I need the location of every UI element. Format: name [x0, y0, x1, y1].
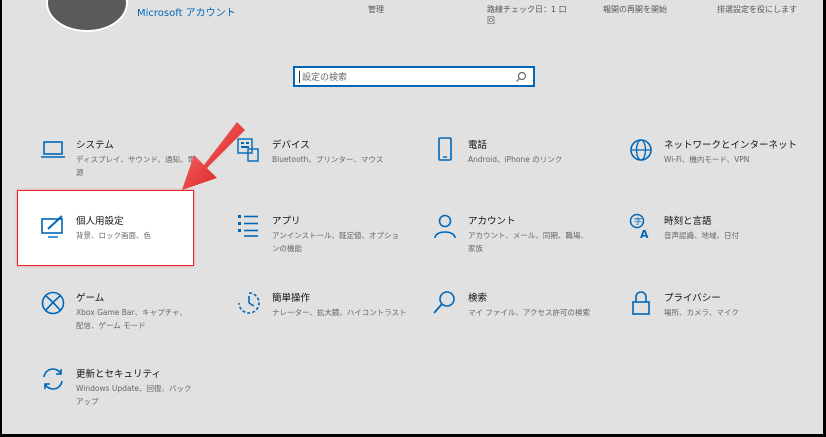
person-icon: [434, 214, 456, 239]
header-item-settings[interactable]: 排選設定を役にします: [717, 4, 797, 15]
header-item-resume[interactable]: 報開の再開を開始: [603, 4, 667, 15]
header-item-manage[interactable]: 管理: [368, 4, 384, 15]
tile-title: アカウント: [468, 216, 516, 227]
tile-desc: Windows Update、回復、バックアップ: [76, 384, 192, 406]
ease-of-access-icon: [238, 292, 260, 314]
lock-icon: [632, 291, 650, 315]
text-cursor: [299, 71, 300, 83]
tile-privacy[interactable]: プライバシー 場所、カメラ、マイク: [628, 290, 818, 350]
apps-list-icon: [238, 215, 258, 237]
search-placeholder: 設定の検索: [302, 73, 348, 83]
tile-desc: Wi-Fi、機内モード、VPN: [664, 155, 750, 164]
tile-time-language[interactable]: 字 A 時刻と言語 音声認識、地域、日付: [628, 213, 818, 273]
search-input[interactable]: 設定の検索: [293, 66, 535, 87]
red-arrow-annotation: [182, 122, 245, 190]
tile-title: 検索: [468, 293, 488, 304]
settings-window: Microsoft アカウント 管理 路線チェック日：1 口 回 報開の再開を開…: [2, 0, 824, 435]
tile-search[interactable]: 検索 マイ ファイル、アクセス許可の検索: [432, 290, 622, 350]
tile-title: 電話: [468, 140, 488, 151]
tile-title: ゲーム: [76, 293, 105, 304]
tile-desc: マイ ファイル、アクセス許可の検索: [468, 308, 591, 317]
search-icon: [516, 71, 527, 82]
tile-title: 更新とセキュリティ: [76, 369, 161, 380]
sync-icon: [43, 368, 63, 390]
tile-desc: Xbox Game Bar、キャプチャ、配信、ゲーム モード: [76, 308, 187, 330]
tile-network[interactable]: ネットワークとインターネット Wi-Fi、機内モード、VPN: [628, 137, 818, 197]
tile-desc: 背景、ロック画面、色: [76, 231, 151, 240]
tile-accounts[interactable]: アカウント アカウント、メール、同期、職場、家族: [432, 213, 622, 273]
tile-desc: アカウント、メール、同期、職場、家族: [468, 231, 588, 253]
tile-title: システム: [76, 140, 114, 151]
tile-desc: 音声認識、地域、日付: [664, 231, 739, 240]
phone-icon: [438, 137, 452, 161]
microsoft-account-link[interactable]: Microsoft アカウント: [137, 4, 236, 19]
svg-text:字: 字: [634, 216, 642, 226]
tile-apps[interactable]: アプリ アンインストール、既定値、オプションの機能: [236, 213, 426, 273]
tile-title: 時刻と言語: [664, 216, 712, 227]
header-item-check-label: 路線チェック日：1 口: [487, 5, 567, 14]
tile-desc: アンインストール、既定値、オプションの機能: [272, 231, 400, 253]
paintbrush-icon: [41, 215, 63, 238]
xbox-icon: [41, 291, 65, 315]
tile-title: 簡単操作: [272, 293, 311, 304]
tile-desc: Bluetooth、プリンター、マウス: [272, 155, 384, 164]
tile-desc: 場所、カメラ、マイク: [664, 308, 739, 317]
tile-personalization[interactable]: 個人用設定 背景、ロック画面、色: [40, 213, 230, 273]
tile-update-security[interactable]: 更新とセキュリティ Windows Update、回復、バックアップ: [40, 366, 230, 426]
laptop-icon: [41, 141, 65, 158]
avatar: [46, 0, 128, 32]
tile-desc: ナレーター、拡大鏡、ハイコントラスト: [272, 308, 407, 317]
account-header: Microsoft アカウント 管理 路線チェック日：1 口 回 報開の再開を開…: [2, 0, 823, 42]
tile-title: 個人用設定: [76, 216, 124, 227]
svg-text:A: A: [640, 228, 649, 239]
tile-title: デバイス: [272, 140, 310, 151]
tile-title: プライバシー: [664, 293, 721, 304]
tile-devices[interactable]: デバイス Bluetooth、プリンター、マウス: [236, 137, 426, 197]
tile-desc: Android、iPhone のリンク: [468, 155, 563, 164]
tile-title: ネットワークとインターネット: [664, 140, 798, 151]
tile-gaming[interactable]: ゲーム Xbox Game Bar、キャプチャ、配信、ゲーム モード: [40, 290, 230, 350]
header-item-check-sub: 回: [487, 16, 495, 25]
magnifier-icon: [433, 291, 455, 314]
tile-ease-of-access[interactable]: 簡単操作 ナレーター、拡大鏡、ハイコントラスト: [236, 290, 426, 350]
header-item-check[interactable]: 路線チェック日：1 口 回: [487, 4, 567, 26]
tile-title: アプリ: [272, 216, 301, 227]
time-language-icon: 字 A: [629, 213, 649, 239]
globe-icon: [630, 139, 652, 161]
tile-phone[interactable]: 電話 Android、iPhone のリンク: [432, 137, 622, 197]
